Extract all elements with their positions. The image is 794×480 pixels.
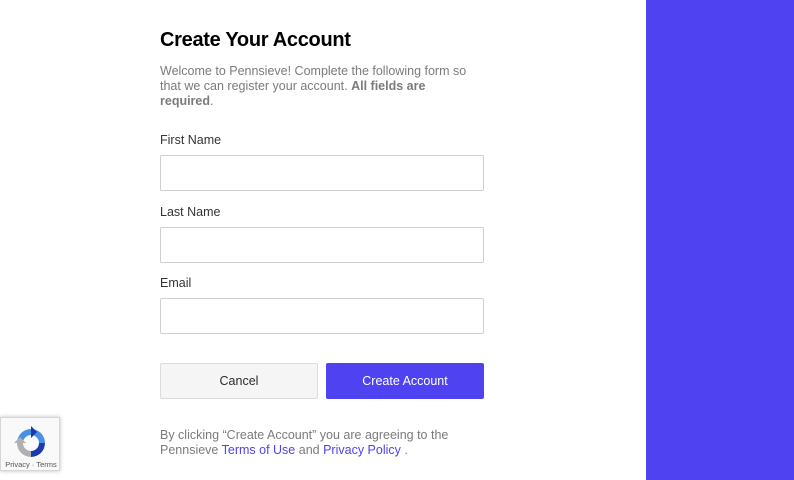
terms-of-use-link[interactable]: Terms of Use: [222, 443, 296, 457]
first-name-label: First Name: [160, 133, 222, 147]
first-name-field[interactable]: [160, 155, 484, 191]
create-account-button[interactable]: Create Account: [326, 363, 484, 399]
privacy-policy-link[interactable]: Privacy Policy: [323, 443, 401, 457]
last-name-field[interactable]: [160, 227, 484, 263]
side-panel: [646, 0, 794, 480]
email-label: Email: [160, 276, 192, 290]
recaptcha-links: Privacy · Terms: [1, 460, 61, 469]
recaptcha-separator: ·: [31, 460, 35, 469]
recaptcha-badge[interactable]: Privacy · Terms: [0, 417, 60, 471]
recaptcha-terms-link[interactable]: Terms: [36, 460, 56, 469]
terms-and: and: [298, 443, 320, 457]
intro-end: .: [210, 94, 214, 108]
page-title: Create Your Account: [160, 29, 351, 51]
cancel-button[interactable]: Cancel: [160, 363, 318, 399]
terms-end: .: [404, 443, 408, 457]
email-field[interactable]: [160, 298, 484, 334]
recaptcha-privacy-link[interactable]: Privacy: [5, 460, 30, 469]
terms-text: By clicking “Create Account” you are agr…: [160, 428, 484, 458]
intro-text: Welcome to Pennsieve! Complete the follo…: [160, 64, 472, 109]
recaptcha-icon: [14, 426, 45, 457]
last-name-label: Last Name: [160, 205, 221, 219]
create-account-form: Create Your Account Welcome to Pennsieve…: [160, 27, 484, 457]
